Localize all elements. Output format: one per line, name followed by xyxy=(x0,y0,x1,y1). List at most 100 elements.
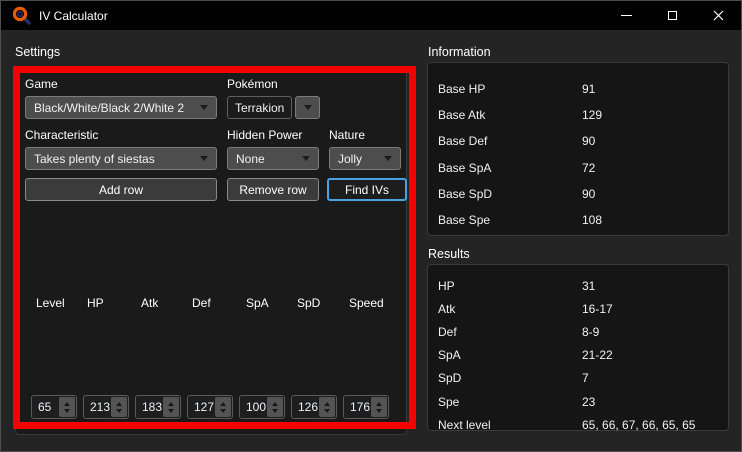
result-row-spe: Spe 23 xyxy=(438,390,728,413)
info-value: 91 xyxy=(582,82,728,96)
dropdown-arrow-icon xyxy=(200,105,208,110)
info-row-base-spe: Base Spe 108 xyxy=(438,207,728,233)
result-value: 23 xyxy=(582,395,728,409)
result-value: 21-22 xyxy=(582,348,728,362)
game-select[interactable]: Black/White/Black 2/White 2 xyxy=(25,96,217,119)
pokemon-combobox[interactable]: Terrakion xyxy=(227,96,292,119)
spin-up-icon[interactable] xyxy=(220,402,226,406)
nature-select[interactable]: Jolly xyxy=(329,147,401,170)
hp-input[interactable] xyxy=(84,396,111,418)
def-input[interactable] xyxy=(188,396,215,418)
dropdown-arrow-icon xyxy=(200,156,208,161)
nature-select-value: Jolly xyxy=(338,152,362,166)
speed-spinbox[interactable] xyxy=(343,395,389,419)
result-label: Spe xyxy=(438,395,582,409)
pokemon-combobox-value: Terrakion xyxy=(235,101,284,115)
dropdown-arrow-icon xyxy=(384,156,392,161)
result-label: Next level xyxy=(438,418,582,432)
result-label: Def xyxy=(438,325,582,339)
remove-row-button[interactable]: Remove row xyxy=(227,178,319,201)
level-input[interactable] xyxy=(32,396,59,418)
result-row-def: Def 8-9 xyxy=(438,320,728,343)
close-button[interactable] xyxy=(695,1,741,30)
result-value: 31 xyxy=(582,279,728,293)
spa-spinbox[interactable] xyxy=(239,395,285,419)
spin-down-icon[interactable] xyxy=(64,409,70,413)
characteristic-select-value: Takes plenty of siestas xyxy=(34,152,155,166)
speed-input[interactable] xyxy=(344,396,371,418)
result-label: Atk xyxy=(438,302,582,316)
atk-spin-buttons[interactable] xyxy=(163,397,179,417)
info-row-base-spd: Base SpD 90 xyxy=(438,181,728,207)
magnifier-icon xyxy=(12,6,31,25)
hidden-power-select-value: None xyxy=(236,152,265,166)
spd-spinbox[interactable] xyxy=(291,395,337,419)
spin-down-icon[interactable] xyxy=(220,409,226,413)
spin-up-icon[interactable] xyxy=(168,402,174,406)
results-panel: HP 31 Atk 16-17 Def 8-9 SpA 21-22 SpD 7 … xyxy=(427,264,729,431)
result-row-hp: HP 31 xyxy=(438,274,728,297)
stat-header-speed: Speed xyxy=(349,296,384,310)
stat-header-hp: HP xyxy=(87,296,104,310)
add-row-button[interactable]: Add row xyxy=(25,178,217,201)
find-ivs-button[interactable]: Find IVs xyxy=(327,178,407,201)
spin-up-icon[interactable] xyxy=(376,402,382,406)
spin-down-icon[interactable] xyxy=(168,409,174,413)
dropdown-arrow-icon xyxy=(304,105,312,110)
minimize-button[interactable] xyxy=(603,1,649,30)
spin-down-icon[interactable] xyxy=(376,409,382,413)
game-select-value: Black/White/Black 2/White 2 xyxy=(34,101,184,115)
nature-label: Nature xyxy=(329,128,365,142)
hp-spin-buttons[interactable] xyxy=(111,397,127,417)
minimize-icon xyxy=(621,15,632,16)
info-row-base-spa: Base SpA 72 xyxy=(438,155,728,181)
dropdown-arrow-icon xyxy=(302,156,310,161)
result-value: 7 xyxy=(582,371,728,385)
spd-input[interactable] xyxy=(292,396,319,418)
window-title: IV Calculator xyxy=(39,9,108,23)
spin-up-icon[interactable] xyxy=(64,402,70,406)
pokemon-dropdown-button[interactable] xyxy=(295,96,320,119)
info-row-base-atk: Base Atk 129 xyxy=(438,102,728,128)
spin-up-icon[interactable] xyxy=(324,402,330,406)
information-section-label: Information xyxy=(428,45,491,59)
spin-up-icon[interactable] xyxy=(272,402,278,406)
spin-up-icon[interactable] xyxy=(116,402,122,406)
stat-header-level: Level xyxy=(36,296,65,310)
def-spin-buttons[interactable] xyxy=(215,397,231,417)
game-label: Game xyxy=(25,77,58,91)
settings-section-label: Settings xyxy=(15,45,60,59)
level-spinbox[interactable] xyxy=(31,395,77,419)
spd-spin-buttons[interactable] xyxy=(319,397,335,417)
result-row-spd: SpD 7 xyxy=(438,367,728,390)
spin-down-icon[interactable] xyxy=(324,409,330,413)
settings-groupbox xyxy=(15,68,407,435)
titlebar: IV Calculator xyxy=(1,1,741,30)
speed-spin-buttons[interactable] xyxy=(371,397,387,417)
result-label: SpD xyxy=(438,371,582,385)
characteristic-label: Characteristic xyxy=(25,128,98,142)
info-value: 90 xyxy=(582,134,728,148)
characteristic-select[interactable]: Takes plenty of siestas xyxy=(25,147,217,170)
spin-down-icon[interactable] xyxy=(116,409,122,413)
info-label: Base Def xyxy=(438,134,582,148)
spa-spin-buttons[interactable] xyxy=(267,397,283,417)
hidden-power-select[interactable]: None xyxy=(227,147,319,170)
close-icon xyxy=(713,10,724,21)
def-spinbox[interactable] xyxy=(187,395,233,419)
spin-down-icon[interactable] xyxy=(272,409,278,413)
level-spin-buttons[interactable] xyxy=(59,397,75,417)
atk-input[interactable] xyxy=(136,396,163,418)
info-label: Base HP xyxy=(438,82,582,96)
info-value: 129 xyxy=(582,108,728,122)
result-row-spa: SpA 21-22 xyxy=(438,344,728,367)
atk-spinbox[interactable] xyxy=(135,395,181,419)
hp-spinbox[interactable] xyxy=(83,395,129,419)
info-value: 72 xyxy=(582,161,728,175)
info-label: Base Spe xyxy=(438,213,582,227)
spa-input[interactable] xyxy=(240,396,267,418)
info-row-base-def: Base Def 90 xyxy=(438,128,728,154)
maximize-button[interactable] xyxy=(649,1,695,30)
stat-header-spa: SpA xyxy=(246,296,269,310)
app-window: IV Calculator Settings Information Resul… xyxy=(0,0,742,452)
